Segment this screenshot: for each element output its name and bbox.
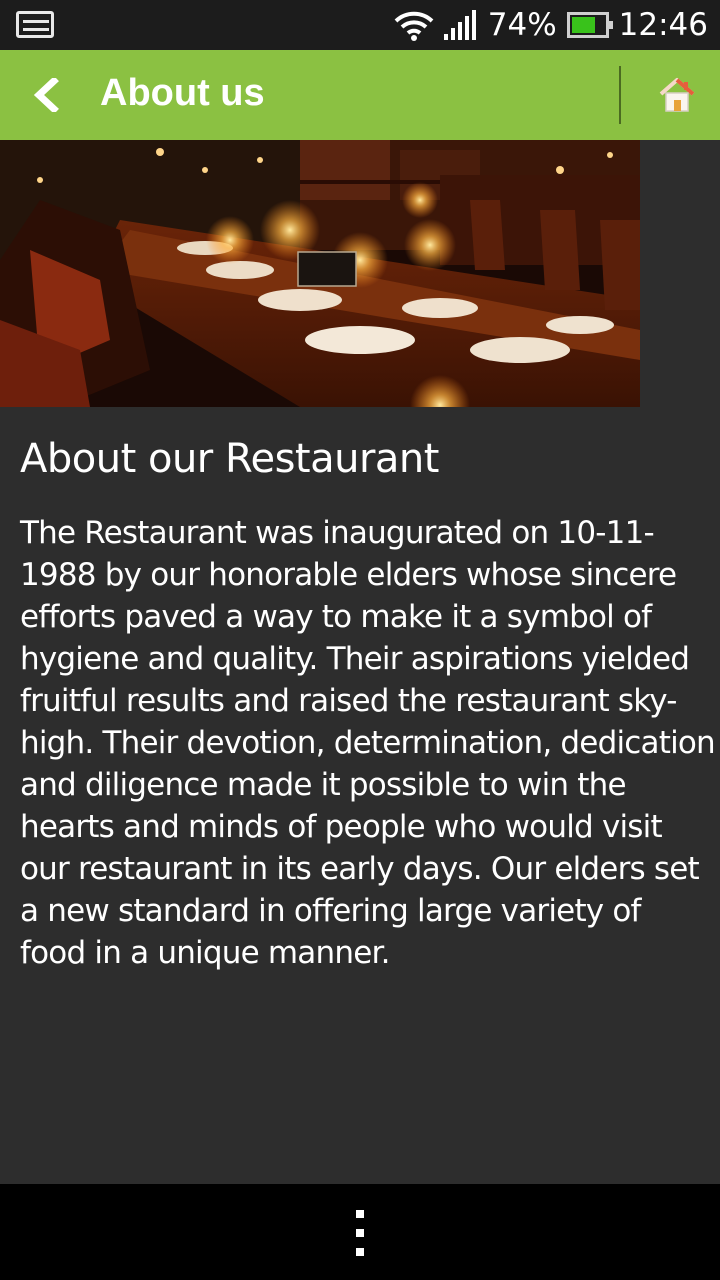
wifi-icon (394, 11, 434, 41)
restaurant-hero-image (0, 140, 640, 407)
section-heading: About our Restaurant (20, 436, 439, 482)
clock: 12:46 (618, 7, 708, 43)
battery-percent: 74% (487, 7, 557, 43)
overflow-menu-icon (356, 1248, 364, 1256)
navigation-bar (0, 1184, 720, 1280)
page-title: About us (100, 72, 265, 114)
battery-fill (571, 17, 596, 33)
status-right: 74% 12:46 (394, 0, 708, 50)
home-button[interactable] (652, 72, 702, 118)
action-bar: About us (0, 50, 720, 140)
back-chevron-icon (33, 78, 59, 112)
overflow-menu-button[interactable] (345, 1210, 375, 1256)
about-body-text: The Restaurant was inaugurated on 10-11-… (20, 515, 716, 971)
screen: 74% 12:46 About us About our Restaurant … (0, 0, 720, 1280)
signal-icon (443, 10, 476, 40)
gallery-notification (16, 11, 54, 38)
action-bar-divider (619, 66, 621, 124)
battery-icon (566, 12, 613, 38)
status-bar: 74% 12:46 (0, 0, 720, 50)
about-content: About our Restaurant The Restaurant was … (20, 433, 716, 974)
restaurant-photo (0, 140, 640, 407)
home-icon (659, 78, 695, 112)
overflow-menu-icon (356, 1210, 364, 1218)
gallery-icon (16, 11, 54, 38)
overflow-menu-icon (356, 1229, 364, 1237)
back-button[interactable] (22, 70, 72, 120)
